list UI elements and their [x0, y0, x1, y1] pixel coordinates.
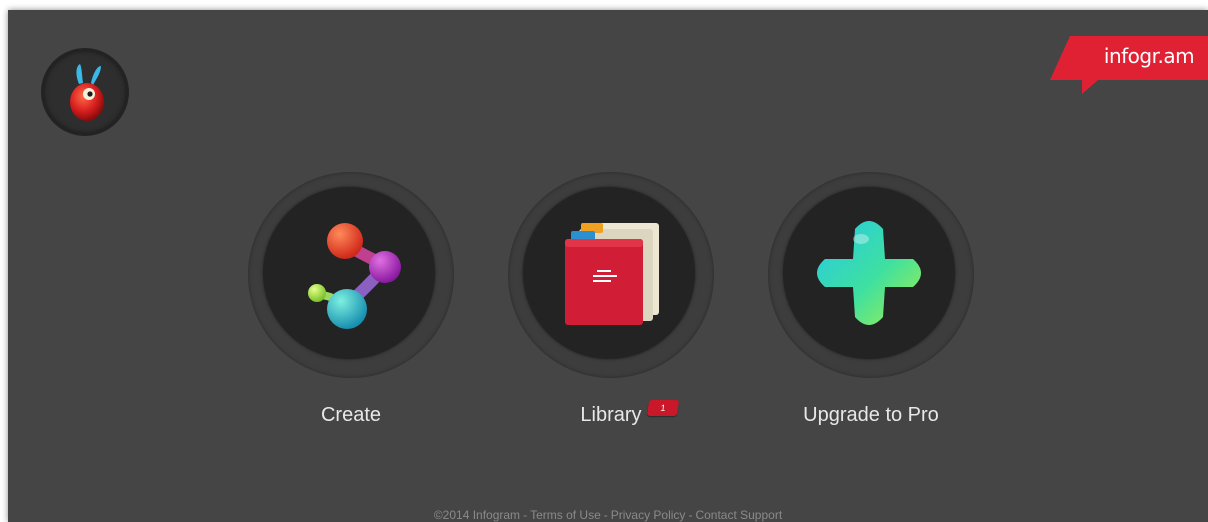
footer: ©2014 Infogram - Terms of Use - Privacy Poli… [433, 508, 783, 522]
molecule-icon [308, 223, 401, 329]
app-window: infogr.am Create Library 1 Upgrade to Pr… [8, 10, 1208, 522]
footer-link-support[interactable]: Contact Support [695, 508, 782, 522]
upgrade-label: Upgrade to Pro [803, 404, 939, 426]
upgrade-disc [783, 187, 955, 359]
plus-icon [817, 221, 921, 325]
library-disc [523, 187, 695, 359]
library-tile[interactable]: Library 1 [506, 172, 716, 442]
footer-link-terms[interactable]: Terms of Use [530, 508, 601, 522]
library-label: Library [580, 404, 642, 426]
create-tile[interactable]: Create [246, 172, 456, 442]
create-label: Create [320, 404, 382, 426]
footer-copyright: ©2014 Infogram [433, 508, 521, 522]
upgrade-tile[interactable]: Upgrade to Pro [766, 172, 976, 442]
folders-icon [565, 223, 659, 325]
create-disc [263, 187, 435, 359]
main-actions: Create Library 1 Upgrade to Pro [8, 10, 1208, 522]
footer-link-privacy[interactable]: Privacy Policy [611, 508, 686, 522]
library-count-badge: 1 [646, 400, 680, 416]
